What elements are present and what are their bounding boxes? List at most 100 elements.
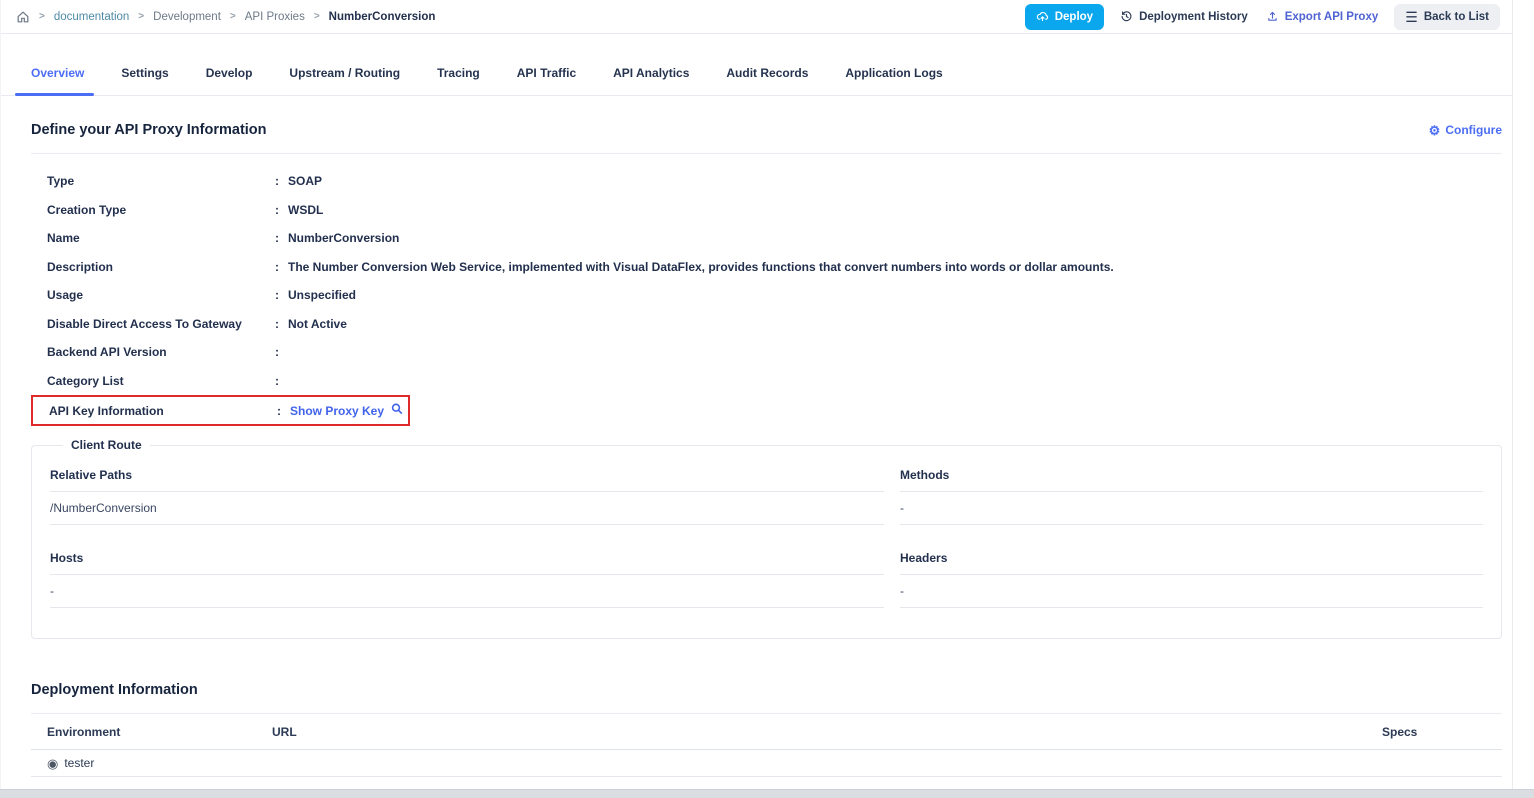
tab-settings[interactable]: Settings [121,66,168,95]
header-actions: Deploy Deployment History [1025,4,1500,30]
table-row[interactable]: ◉ tester [31,750,1502,777]
field-row-type: Type : SOAP [47,167,1502,196]
breadcrumb-separator: > [39,11,45,22]
column-url: URL [272,725,1382,739]
back-to-list-button[interactable]: ☰ Back to List [1394,4,1500,30]
cell-label: Headers [900,551,1483,575]
field-label: Creation Type [47,203,275,217]
field-row-category-list: Category List : [47,367,1502,396]
field-colon: : [275,203,288,217]
list-icon: ☰ [1405,10,1418,24]
configure-label: Configure [1445,123,1502,137]
cell-label: Relative Paths [50,468,884,492]
magnifier-icon [390,402,404,419]
field-colon: : [275,260,288,274]
deployment-table-header: Environment URL Specs [31,714,1502,750]
export-upload-icon [1266,10,1279,23]
field-label: Description [47,260,275,274]
client-route-cell-relative-paths: Relative Paths /NumberConversion [50,468,884,525]
client-route-cell-hosts: Hosts - [50,551,884,608]
section-title: Define your API Proxy Information [31,122,267,138]
field-value: The Number Conversion Web Service, imple… [288,260,1114,274]
breadcrumb-separator: > [138,11,144,22]
home-icon[interactable] [16,10,30,24]
radio-selected-icon[interactable]: ◉ [47,757,58,770]
field-value: NumberConversion [288,231,399,245]
field-label: Type [47,174,275,188]
field-colon: : [275,345,288,359]
export-api-proxy-button[interactable]: Export API Proxy [1264,4,1381,30]
show-proxy-key-link[interactable]: Show Proxy Key [290,402,404,419]
field-row-description: Description : The Number Conversion Web … [47,253,1502,282]
breadcrumb-separator: > [314,11,320,22]
cell-value: - [900,575,1483,608]
field-label: Category List [47,374,275,388]
tab-upstream-routing[interactable]: Upstream / Routing [289,66,400,95]
deployment-history-label: Deployment History [1139,11,1248,23]
field-colon: : [275,288,288,302]
tab-tracing[interactable]: Tracing [437,66,480,95]
field-row-usage: Usage : Unspecified [47,281,1502,310]
field-row-disable-direct-access: Disable Direct Access To Gateway : Not A… [47,310,1502,339]
breadcrumb-item-development[interactable]: Development [153,11,221,23]
breadcrumb-current: NumberConversion [329,11,436,23]
deployment-information-title: Deployment Information [31,682,1502,698]
field-value: SOAP [288,174,322,188]
field-row-backend-api-version: Backend API Version : [47,338,1502,367]
column-environment: Environment [47,725,272,739]
deploy-button-label: Deploy [1055,11,1093,23]
deployment-history-button[interactable]: Deployment History [1118,4,1250,30]
field-row-api-key-information: API Key Information : Show Proxy Key [31,395,410,426]
client-route-cell-methods: Methods - [900,468,1483,525]
field-value: WSDL [288,203,323,217]
horizontal-scrollbar[interactable] [0,789,1534,798]
deploy-cloud-icon [1036,10,1049,23]
export-api-proxy-label: Export API Proxy [1285,11,1379,23]
field-value: Unspecified [288,288,356,302]
field-value: Not Active [288,317,347,331]
history-icon [1120,10,1133,23]
tab-api-analytics[interactable]: API Analytics [613,66,689,95]
cell-value: - [50,575,884,608]
breadcrumb-item-api-proxies[interactable]: API Proxies [245,11,305,23]
gear-icon: ⚙ [1429,124,1441,137]
tab-audit-records[interactable]: Audit Records [726,66,808,95]
field-label: API Key Information [49,404,277,418]
field-label: Usage [47,288,275,302]
client-route-legend: Client Route [63,438,150,452]
deployment-table: Environment URL Specs ◉ tester [31,714,1502,777]
field-label: Name [47,231,275,245]
field-row-name: Name : NumberConversion [47,224,1502,253]
column-specs: Specs [1382,725,1502,739]
field-colon: : [277,404,290,418]
proxy-info-fields: Type : SOAP Creation Type : WSDL Name : … [47,167,1502,426]
cell-value: - [900,492,1483,525]
field-row-creation-type: Creation Type : WSDL [47,196,1502,225]
field-colon: : [275,231,288,245]
cell-label: Methods [900,468,1483,492]
tab-overview[interactable]: Overview [31,66,84,95]
cell-value: /NumberConversion [50,492,884,525]
page: > documentation > Development > API Prox… [0,0,1513,798]
tab-api-traffic[interactable]: API Traffic [517,66,576,95]
configure-link[interactable]: ⚙ Configure [1429,123,1502,137]
field-colon: : [275,374,288,388]
breadcrumb: > documentation > Development > API Prox… [16,10,435,24]
client-route-cell-headers: Headers - [900,551,1483,608]
tab-develop[interactable]: Develop [206,66,253,95]
field-colon: : [275,174,288,188]
field-label: Backend API Version [47,345,275,359]
show-proxy-key-label: Show Proxy Key [290,404,384,418]
tab-bar: Overview Settings Develop Upstream / Rou… [1,54,1512,96]
cell-label: Hosts [50,551,884,575]
client-route-panel: Client Route Relative Paths /NumberConve… [31,438,1502,639]
main-content: Define your API Proxy Information ⚙ Conf… [1,122,1512,777]
breadcrumb-item-documentation[interactable]: documentation [54,11,129,23]
tab-application-logs[interactable]: Application Logs [845,66,942,95]
top-bar: > documentation > Development > API Prox… [1,0,1512,34]
deploy-button[interactable]: Deploy [1025,4,1104,30]
field-colon: : [275,317,288,331]
field-label: Disable Direct Access To Gateway [47,317,275,331]
environment-name: tester [64,756,94,770]
breadcrumb-separator: > [230,11,236,22]
